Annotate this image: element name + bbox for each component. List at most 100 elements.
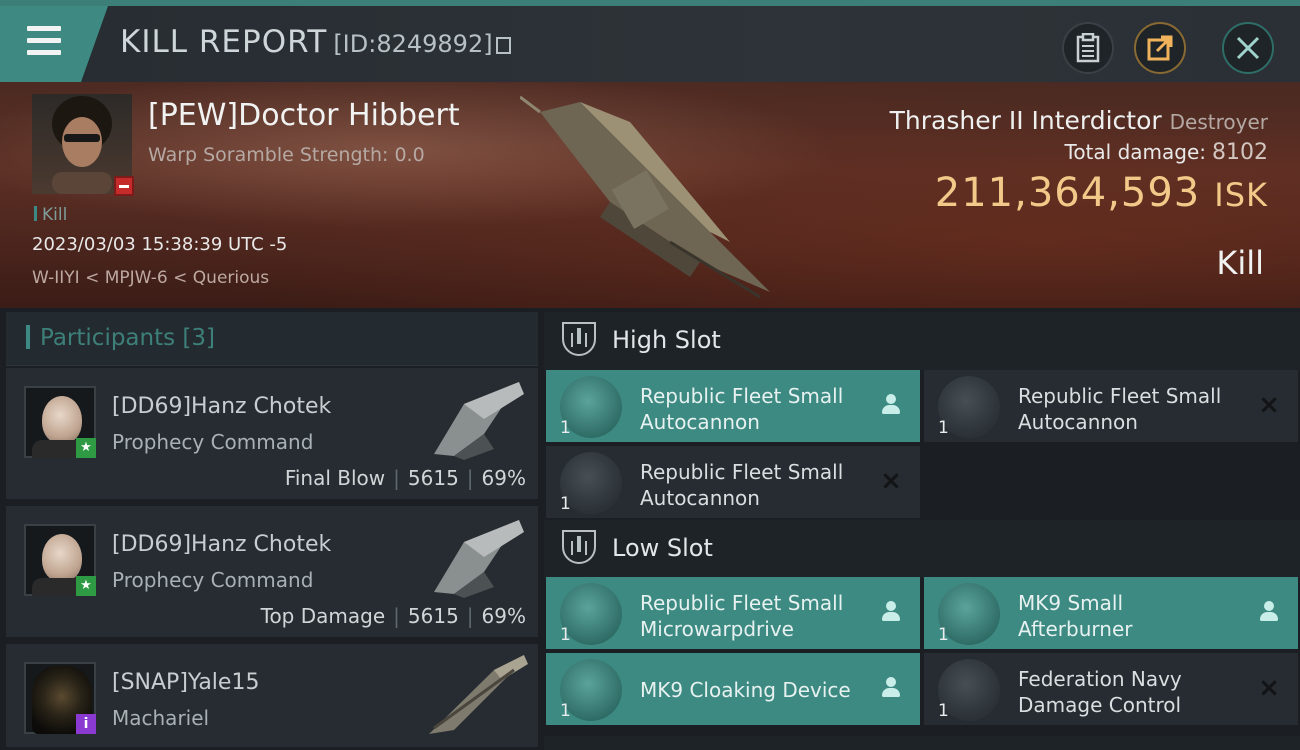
warp-scramble-strength: Warp Soramble Strength: 0.0	[148, 144, 425, 166]
high-slot-icon	[562, 322, 596, 356]
module-item[interactable]: 1 Republic Fleet Small Autocannon ×	[924, 370, 1298, 442]
module-name: Republic Fleet Small Autocannon	[640, 383, 880, 435]
participant-stats: Top Damage | 5615 | 69%	[260, 604, 526, 628]
participant-name: [DD69]Hanz Chotek	[112, 532, 332, 557]
module-quantity: 1	[938, 625, 949, 645]
participant-stats: Final Blow | 5615 | 69%	[284, 466, 526, 490]
star-icon: ★	[76, 576, 96, 596]
avatar[interactable]: i	[24, 662, 96, 734]
high-slot-label: High Slot	[612, 326, 721, 354]
module-name-line2: Afterburner	[1018, 617, 1133, 641]
module-item[interactable]: 1 Federation Navy Damage Control ×	[924, 653, 1298, 725]
participant-ship-icon	[429, 655, 528, 734]
top-bar: KILL REPORT [ID:8249892]	[0, 0, 1300, 82]
isk-unit: ISK	[1214, 176, 1268, 214]
participant-row[interactable]: ★ [DD69]Hanz Chotek Prophecy Command Fin…	[6, 368, 538, 502]
total-damage-value: 8102	[1212, 140, 1268, 165]
avatar[interactable]: ★	[24, 524, 96, 596]
kill-id: [ID:8249892]	[333, 30, 493, 58]
module-quantity: 1	[938, 701, 949, 721]
participant-damage: 5615	[407, 604, 459, 628]
close-icon	[1236, 36, 1260, 60]
fitted-person-icon	[880, 601, 902, 623]
isk-amount: 211,364,593	[934, 170, 1201, 216]
next-slot-header-partial	[544, 736, 1300, 750]
module-name-line2: Autocannon	[640, 486, 760, 510]
fitted-person-icon	[880, 677, 902, 699]
participant-percent: 69%	[481, 466, 526, 490]
fitted-person-icon	[1258, 601, 1280, 623]
module-name-line1: MK9 Small	[1018, 591, 1123, 615]
low-slot-label: Low Slot	[612, 534, 713, 562]
module-item[interactable]: 1 Republic Fleet Small Autocannon ×	[546, 446, 920, 518]
kill-location[interactable]: W-IIYI < MPJW-6 < Querious	[32, 268, 269, 288]
copy-icon[interactable]	[495, 37, 511, 54]
participant-row[interactable]: i [SNAP]Yale15 Machariel	[6, 644, 538, 750]
menu-button[interactable]	[0, 6, 108, 82]
participant-ship: Machariel	[112, 706, 210, 730]
menu-icon	[27, 26, 61, 62]
module-quantity: 1	[938, 418, 949, 438]
share-icon	[1147, 35, 1173, 61]
kill-tag: Kill	[34, 205, 67, 225]
participant-name: [DD69]Hanz Chotek	[112, 394, 332, 419]
module-item[interactable]: 1 MK9 Cloaking Device	[546, 653, 920, 725]
close-button[interactable]	[1222, 22, 1274, 74]
module-name-line1: Republic Fleet Small	[640, 384, 844, 408]
high-slot-header: High Slot	[544, 312, 1300, 370]
kill-banner: [PEW]Doctor Hibbert Warp Soramble Streng…	[0, 82, 1300, 308]
victim-ship-name[interactable]: Thrasher II Interdictor Destroyer	[890, 106, 1268, 135]
fitted-person-icon	[880, 394, 902, 416]
module-name: Republic Fleet Small Autocannon	[640, 459, 880, 511]
info-badge-icon: i	[76, 714, 96, 734]
low-slot-icon	[562, 530, 596, 564]
module-item[interactable]: 1 Republic Fleet Small Autocannon	[546, 370, 920, 442]
module-name: MK9 Small Afterburner	[1018, 590, 1258, 642]
module-name-line2: Microwarpdrive	[640, 617, 794, 641]
participants-label: Participants [3]	[26, 325, 215, 351]
page-title-text: KILL REPORT	[120, 24, 328, 60]
participant-ship-icon	[434, 520, 524, 598]
low-slot-header: Low Slot	[544, 520, 1300, 578]
participant-role: Final Blow	[284, 466, 386, 490]
module-quantity: 1	[560, 625, 571, 645]
victim-name[interactable]: [PEW]Doctor Hibbert	[148, 98, 460, 133]
participant-role: Top Damage	[260, 604, 386, 628]
total-damage-label: Total damage:	[1064, 140, 1207, 164]
victim-ship-image	[520, 95, 770, 299]
module-name-line2: Autocannon	[1018, 410, 1138, 434]
module-name-line2: Damage Control	[1018, 693, 1182, 717]
module-name-line1: Federation Navy	[1018, 667, 1182, 691]
clipboard-button[interactable]	[1062, 22, 1114, 74]
kill-datetime: 2023/03/03 15:38:39 UTC -5	[32, 234, 288, 255]
participants-header: Participants [3]	[6, 312, 538, 366]
module-item[interactable]: 1 MK9 Small Afterburner	[924, 577, 1298, 649]
module-name-line2: Autocannon	[640, 410, 760, 434]
participant-percent: 69%	[481, 604, 526, 628]
module-name-line1: Republic Fleet Small	[640, 460, 844, 484]
destroyed-x-icon: ×	[880, 466, 902, 496]
participant-ship: Prophecy Command	[112, 430, 314, 454]
module-name-line1: MK9 Cloaking Device	[640, 678, 851, 702]
page-title: KILL REPORT [ID:8249892]	[120, 24, 511, 60]
module-name: Republic Fleet Small Microwarpdrive	[640, 590, 880, 642]
module-quantity: 1	[560, 494, 571, 514]
hostile-badge-icon	[114, 176, 134, 196]
destroyed-x-icon: ×	[1258, 390, 1280, 420]
module-name: Federation Navy Damage Control	[1018, 666, 1258, 718]
destroyed-x-icon: ×	[1258, 673, 1280, 703]
module-item[interactable]: 1 Republic Fleet Small Microwarpdrive	[546, 577, 920, 649]
participant-damage: 5615	[407, 466, 459, 490]
share-button[interactable]	[1134, 22, 1186, 74]
ship-class: Destroyer	[1169, 110, 1268, 134]
kill-result: Kill	[1216, 244, 1264, 282]
participant-ship: Prophecy Command	[112, 568, 314, 592]
participant-row[interactable]: ★ [DD69]Hanz Chotek Prophecy Command Top…	[6, 506, 538, 640]
clipboard-icon	[1076, 33, 1100, 63]
module-name-line1: Republic Fleet Small	[1018, 384, 1222, 408]
module-name-line1: Republic Fleet Small	[640, 591, 844, 615]
module-name: MK9 Cloaking Device	[640, 677, 880, 703]
ship-type: Thrasher II Interdictor	[889, 106, 1162, 135]
avatar[interactable]: ★	[24, 386, 96, 458]
module-name: Republic Fleet Small Autocannon	[1018, 383, 1258, 435]
